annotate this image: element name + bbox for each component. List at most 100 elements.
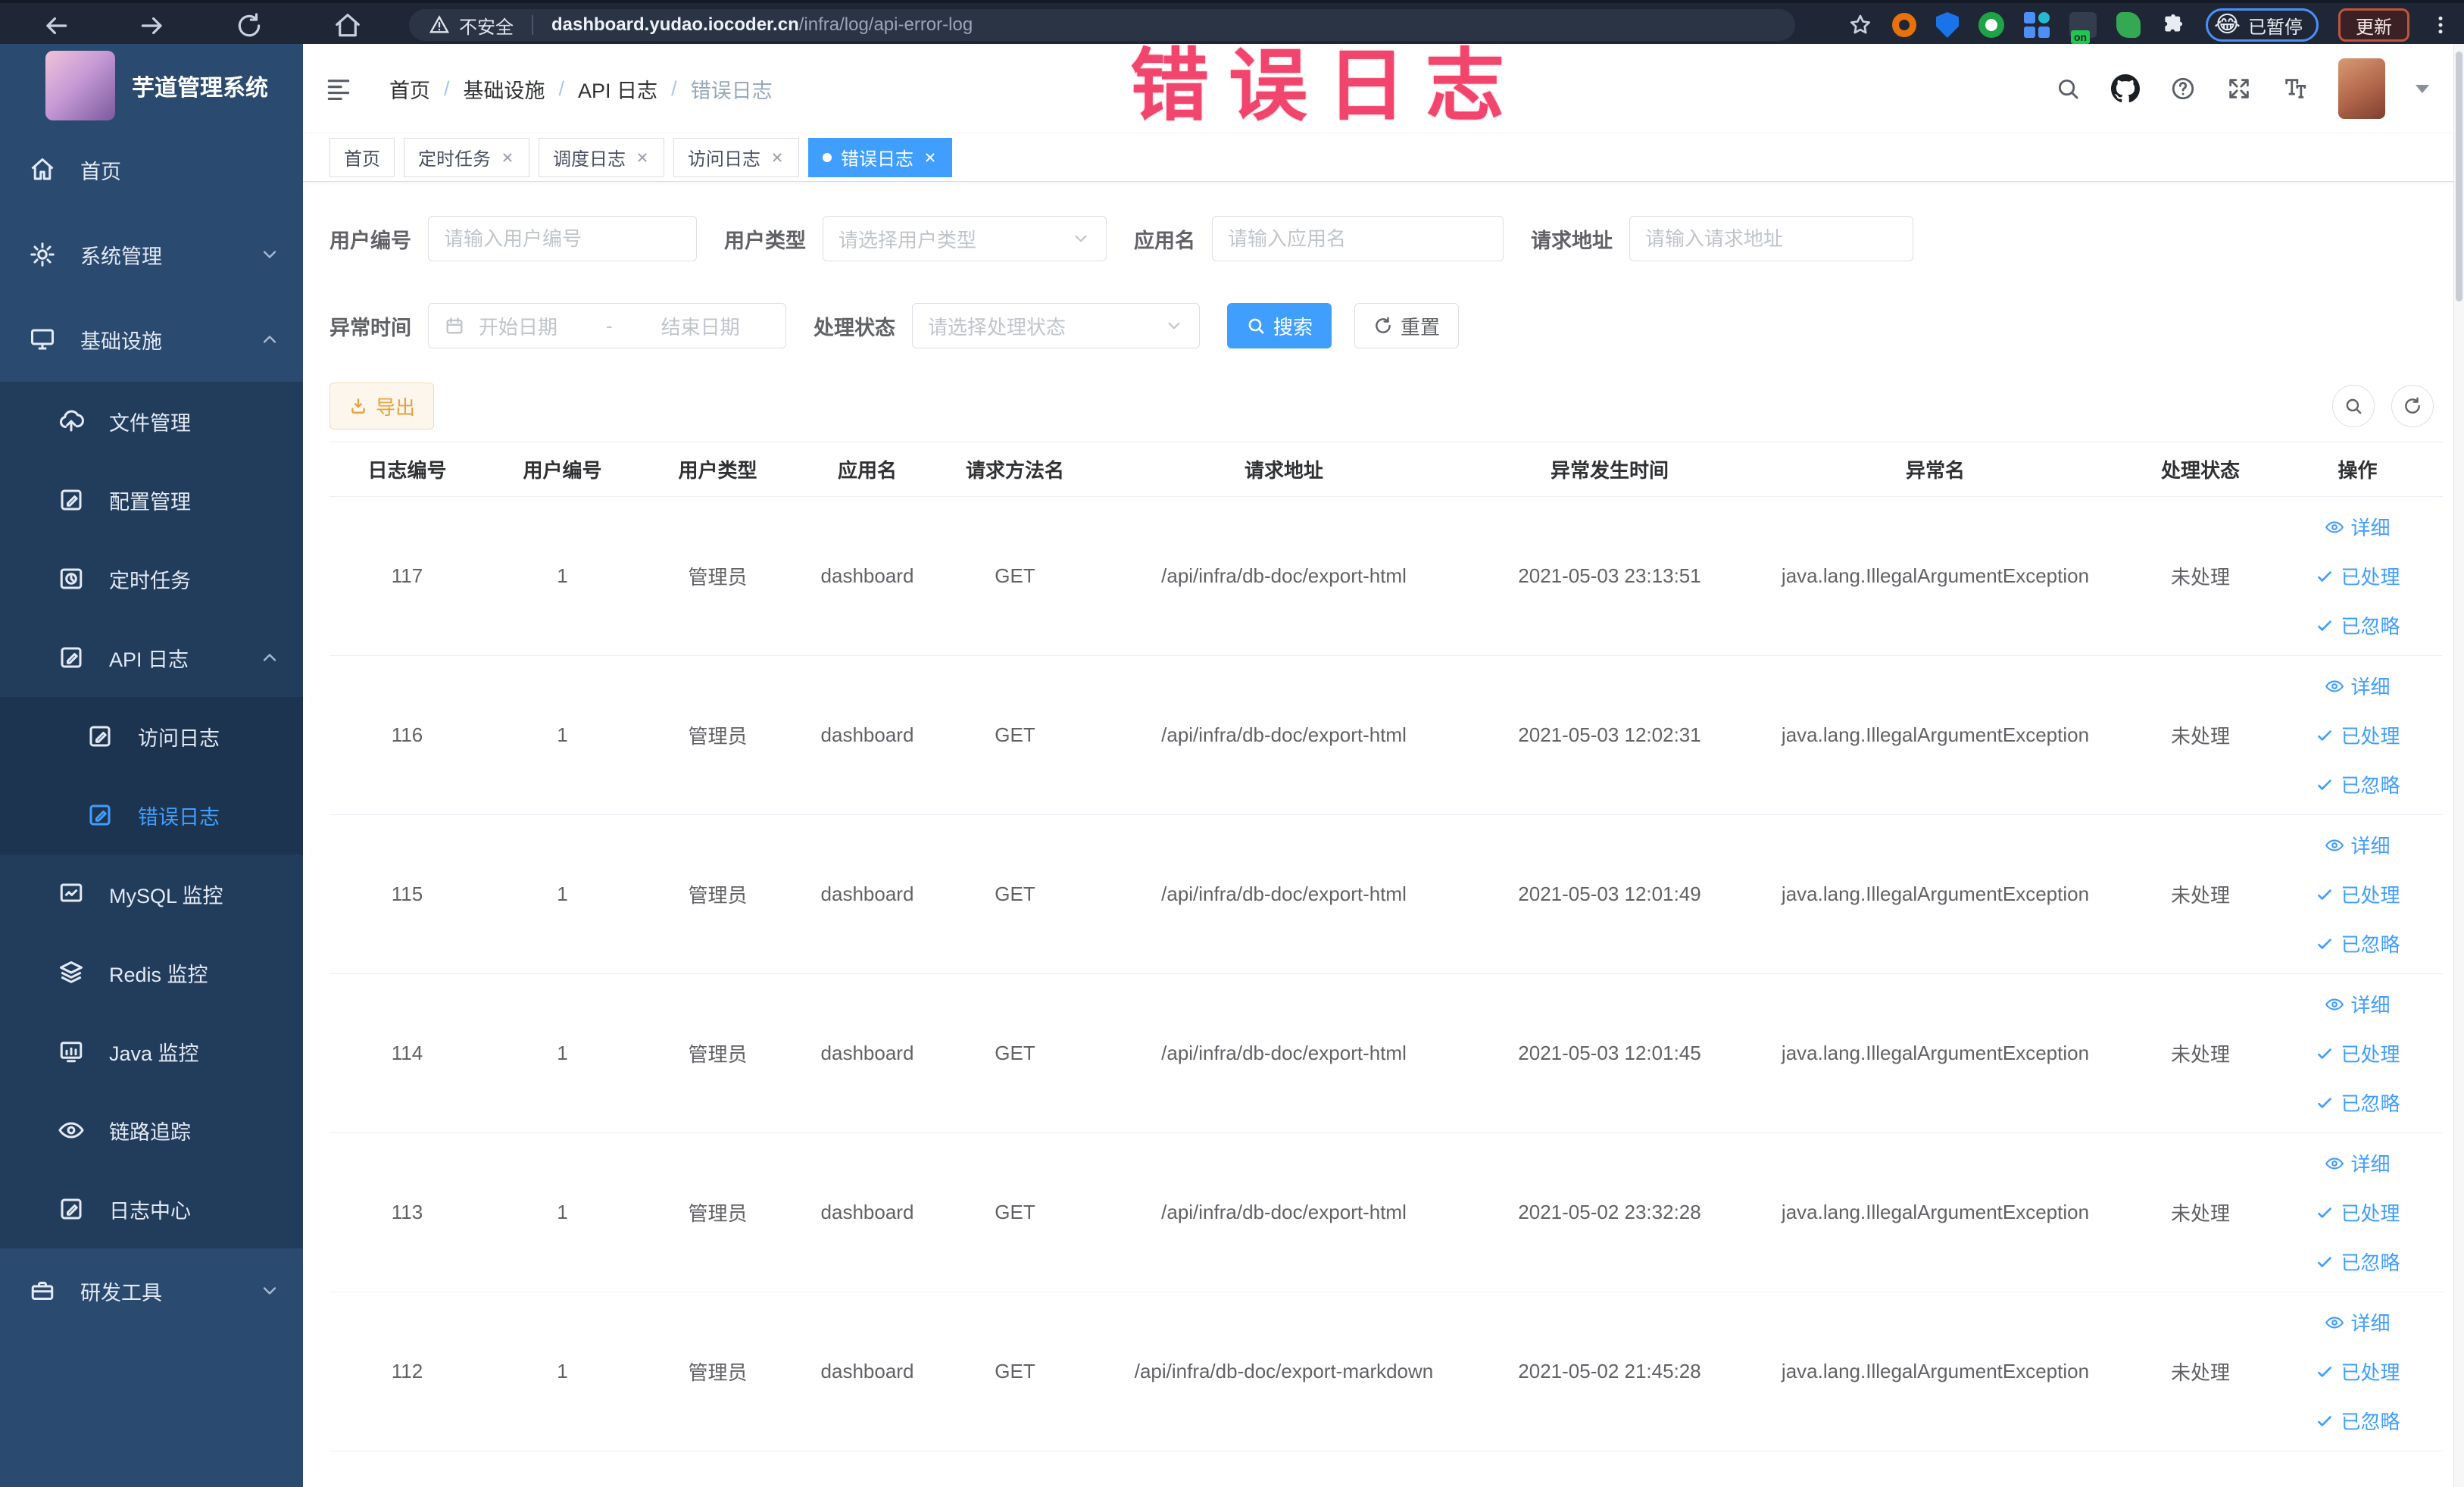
check-icon: [2318, 1415, 2332, 1426]
cell-app-name: dashboard: [795, 1132, 939, 1292]
mark-ignored-link[interactable]: 已忽略: [2315, 611, 2400, 639]
user-type-select[interactable]: 请选择用户类型: [823, 216, 1107, 261]
sidebar-item-java-monitor[interactable]: Java 监控: [0, 1012, 303, 1091]
extension-icon[interactable]: [1891, 13, 1916, 37]
sidebar-collapse-icon[interactable]: [324, 74, 353, 103]
app-logo-row[interactable]: 芋道管理系统: [0, 44, 303, 127]
sidebar-item-file-mgmt[interactable]: 文件管理: [0, 382, 303, 461]
browser-back-icon[interactable]: [42, 11, 70, 40]
detail-link[interactable]: 详细: [2325, 513, 2391, 541]
sidebar-item-error-log[interactable]: 错误日志: [0, 776, 303, 854]
user-id-input[interactable]: [428, 216, 697, 261]
mark-processed-link[interactable]: 已处理: [2315, 1357, 2400, 1385]
tab-access-log[interactable]: 访问日志: [673, 137, 799, 177]
browser-forward-icon[interactable]: [138, 11, 167, 40]
sidebar-item-config-mgmt[interactable]: 配置管理: [0, 461, 303, 539]
detail-link[interactable]: 详细: [2325, 831, 2391, 859]
breadcrumb-item[interactable]: 首页: [389, 74, 430, 104]
cell-exception-name: java.lang.IllegalArgumentException: [1742, 1292, 2128, 1451]
app-name-input[interactable]: [1212, 216, 1504, 261]
avatar-caret-icon[interactable]: [2416, 84, 2429, 93]
sidebar-item-mysql-monitor[interactable]: MySQL 监控: [0, 854, 303, 933]
extension-icon[interactable]: [2116, 12, 2141, 38]
search-button[interactable]: 搜索: [1227, 303, 1332, 348]
github-icon[interactable]: [2111, 74, 2140, 103]
close-icon[interactable]: [500, 150, 515, 165]
mark-ignored-link[interactable]: 已忽略: [2315, 1248, 2400, 1276]
fullscreen-icon[interactable]: [2226, 76, 2252, 102]
chevron-down-icon: [1168, 322, 1180, 330]
extensions-puzzle-icon[interactable]: [2160, 12, 2186, 38]
user-id-field[interactable]: [444, 217, 681, 261]
sidebar-item-api-log[interactable]: API 日志: [0, 618, 303, 697]
address-bar[interactable]: 不安全 dashboard.yudao.iocoder.cn /infra/lo…: [409, 9, 1795, 41]
mark-processed-link[interactable]: 已处理: [2315, 880, 2400, 908]
detail-link[interactable]: 详细: [2325, 1308, 2391, 1336]
sidebar-item-tracing[interactable]: 链路追踪: [0, 1091, 303, 1170]
tab-job-log[interactable]: 调度日志: [539, 137, 664, 177]
cell-user-type: 管理员: [640, 496, 795, 656]
reset-button[interactable]: 重置: [1354, 303, 1460, 348]
user-avatar[interactable]: [2338, 58, 2385, 119]
extension-icon[interactable]: on: [2069, 12, 2097, 44]
mark-processed-link[interactable]: 已处理: [2315, 1039, 2400, 1067]
detail-link[interactable]: 详细: [2325, 672, 2391, 700]
mark-ignored-link[interactable]: 已忽略: [2315, 1089, 2400, 1117]
tab-scheduled-tasks[interactable]: 定时任务: [404, 137, 529, 177]
request-url-input[interactable]: [1629, 216, 1913, 261]
security-chip[interactable]: 不安全: [429, 12, 514, 39]
bookmark-star-icon[interactable]: [1848, 13, 1872, 37]
browser-reload-icon[interactable]: [235, 11, 264, 40]
url-path: /infra/log/api-error-log: [798, 14, 973, 35]
app-name-field[interactable]: [1228, 217, 1488, 261]
profile-paused-badge[interactable]: 😂 已暂停: [2205, 8, 2319, 42]
sidebar-item-redis-monitor[interactable]: Redis 监控: [0, 933, 303, 1012]
close-icon[interactable]: [923, 150, 938, 165]
breadcrumb-item[interactable]: 基础设施: [464, 74, 545, 104]
sidebar-item-system[interactable]: 系统管理: [0, 212, 303, 297]
exception-time-range-picker[interactable]: 开始日期 - 结束日期: [428, 303, 786, 348]
sidebar-item-label: 配置管理: [109, 490, 191, 514]
cell-log-id: 114: [329, 973, 485, 1133]
breadcrumb-item[interactable]: API 日志: [578, 74, 657, 104]
browser-home-icon[interactable]: [333, 11, 362, 40]
mark-ignored-link[interactable]: 已忽略: [2315, 1407, 2400, 1435]
cell-request-url: /api/infra/db-doc/export-html: [1091, 814, 1477, 974]
extension-icon[interactable]: [2023, 12, 2050, 38]
tab-error-log[interactable]: 错误日志: [808, 137, 952, 177]
row-actions: 详细 已处理 已忽略: [2272, 672, 2443, 798]
page-scrollbar[interactable]: [2453, 44, 2464, 1487]
browser-update-button[interactable]: 更新: [2338, 8, 2409, 42]
mark-processed-link[interactable]: 已处理: [2315, 1198, 2400, 1226]
process-status-select[interactable]: 请选择处理状态: [912, 303, 1200, 348]
sidebar-item-log-center[interactable]: 日志中心: [0, 1170, 303, 1248]
export-button[interactable]: 导出: [329, 383, 435, 430]
breadcrumb-separator: /: [671, 77, 677, 100]
scrollbar-thumb[interactable]: [2456, 52, 2462, 301]
sidebar-item-home[interactable]: 首页: [0, 127, 303, 212]
refresh-table-button[interactable]: [2391, 385, 2434, 427]
mark-processed-link[interactable]: 已处理: [2315, 562, 2400, 590]
help-icon[interactable]: [2170, 76, 2196, 102]
detail-link[interactable]: 详细: [2325, 1149, 2391, 1177]
browser-menu-kebab-icon[interactable]: [2429, 14, 2452, 36]
toggle-search-button[interactable]: [2332, 385, 2375, 427]
close-icon[interactable]: [770, 150, 785, 165]
mark-ignored-link[interactable]: 已忽略: [2315, 929, 2400, 957]
font-size-icon[interactable]: [2282, 76, 2308, 102]
close-icon[interactable]: [635, 150, 650, 165]
mark-processed-link[interactable]: 已处理: [2315, 721, 2400, 749]
request-url-field[interactable]: [1645, 217, 1897, 261]
sidebar-item-scheduled-tasks[interactable]: 定时任务: [0, 539, 303, 618]
shield-extension-icon[interactable]: [1935, 12, 1959, 38]
sidebar-item-access-log[interactable]: 访问日志: [0, 697, 303, 776]
mark-ignored-link[interactable]: 已忽略: [2315, 770, 2400, 798]
extension-icon[interactable]: [1978, 12, 2004, 38]
detail-link[interactable]: 详细: [2325, 990, 2391, 1018]
sidebar-item-label: Java 监控: [109, 1042, 199, 1065]
sidebar-item-dev-tools[interactable]: 研发工具: [0, 1248, 303, 1333]
sidebar-item-infra[interactable]: 基础设施: [0, 297, 303, 382]
tab-home[interactable]: 首页: [329, 137, 395, 177]
search-icon[interactable]: [2055, 76, 2081, 102]
col-request-url: 请求地址: [1091, 442, 1477, 497]
